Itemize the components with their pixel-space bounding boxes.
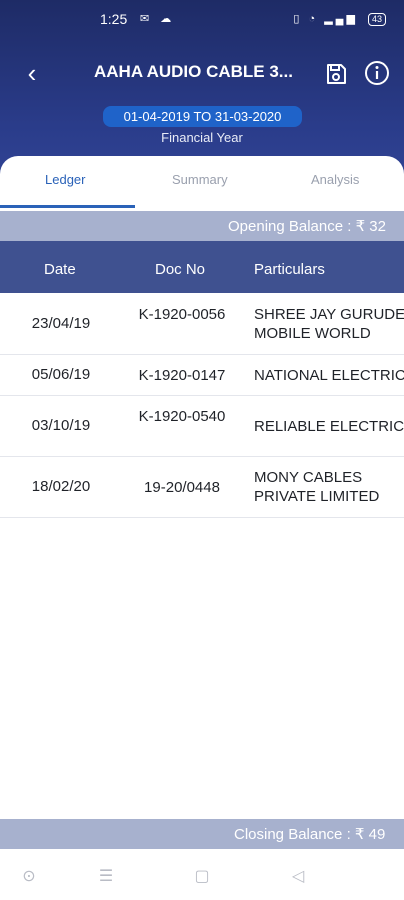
back-button[interactable]: ‹ <box>18 60 46 88</box>
active-tab-indicator <box>0 205 135 208</box>
row-particulars: MONY CABLES PRIVATE LIMITED <box>254 469 380 505</box>
row-date: 05/06/19 <box>31 366 91 383</box>
row-particulars: NATIONAL ELECTRIC <box>254 367 404 384</box>
save-icon[interactable] <box>324 62 348 86</box>
row-doc-no: K-1920-0540 <box>138 408 226 425</box>
row-doc-no: K-1920-0147 <box>138 367 226 384</box>
menu-icon[interactable]: ☰ <box>96 867 116 887</box>
info-icon[interactable] <box>364 60 390 86</box>
row-doc-no: K-1920-0056 <box>138 306 226 323</box>
tab-analysis[interactable]: Analysis <box>311 172 359 187</box>
vibrate-icon: ▯ <box>293 13 303 25</box>
financial-year-label: Financial Year <box>161 130 243 145</box>
table-row[interactable]: 05/06/19 K-1920-0147 NATIONAL ELECTRIC <box>0 355 404 396</box>
closing-balance-bar: Closing Balance : ₹ 49 <box>0 819 404 849</box>
tab-summary[interactable]: Summary <box>172 172 228 187</box>
row-particulars: RELIABLE ELECTRIC <box>254 418 404 435</box>
row-date: 03/10/19 <box>31 417 91 434</box>
column-date: Date <box>44 261 76 278</box>
table-row[interactable]: 23/04/19 K-1920-0056 SHREE JAY GURUDE MO… <box>0 294 404 355</box>
table-row[interactable]: 03/10/19 K-1920-0540 RELIABLE ELECTRIC <box>0 396 404 457</box>
tab-bar: Ledger Summary Analysis <box>0 156 404 210</box>
recent-apps-icon[interactable]: ⊙ <box>19 867 39 887</box>
financial-year-range[interactable]: 01-04-2019 TO 31-03-2020 <box>103 106 302 127</box>
row-particulars: SHREE JAY GURUDE MOBILE WORLD <box>254 306 404 342</box>
status-time: 1:25 <box>100 11 128 27</box>
closing-balance: Closing Balance : ₹ 49 <box>234 826 386 843</box>
table-header: Date Doc No Particulars <box>0 241 404 293</box>
column-particulars: Particulars <box>254 261 325 278</box>
row-date: 23/04/19 <box>31 315 91 332</box>
system-navigation-bar: ⊙ ☰ ▢ ◁ <box>0 851 404 900</box>
opening-balance: Opening Balance : ₹ 32 <box>228 218 386 235</box>
wifi-icon: ◔ <box>308 13 319 25</box>
home-icon[interactable]: ▢ <box>192 867 212 887</box>
battery-icon: 43 <box>367 13 386 26</box>
opening-balance-bar: Opening Balance : ₹ 32 <box>0 211 404 241</box>
back-triangle-icon[interactable]: ◁ <box>288 867 308 887</box>
tab-ledger[interactable]: Ledger <box>45 172 85 187</box>
status-right-icons: ▯ ◔ ▂▄▆ 43 <box>293 12 386 26</box>
status-bar: 1:25 ✉ ☁ ▯ ◔ ▂▄▆ 43 <box>0 0 404 40</box>
table-row[interactable]: 18/02/20 19-20/0448 MONY CABLES PRIVATE … <box>0 457 404 518</box>
signal-icon: ▂▄▆ <box>324 13 358 25</box>
row-doc-no: 19-20/0448 <box>144 479 220 496</box>
notification-icons: ✉ ☁ <box>140 13 176 25</box>
row-date: 18/02/20 <box>31 478 91 495</box>
column-doc-no: Doc No <box>155 261 206 278</box>
page-title: AAHA AUDIO CABLE 3... <box>94 62 293 81</box>
